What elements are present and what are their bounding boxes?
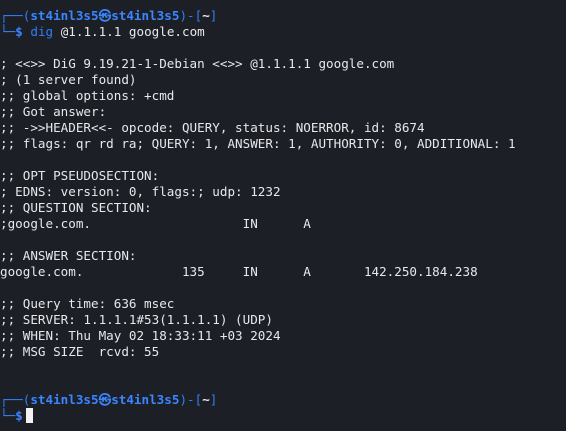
prompt-frame-bottom: └─	[0, 24, 16, 39]
prompt-line-2-top: ┌──(st4inl3s5㉿st4inl3s5)-[~]	[0, 392, 217, 408]
prompt-user: st4inl3s5	[30, 392, 99, 407]
prompt-line-1-top: ┌──(st4inl3s5㉿st4inl3s5)-[~]	[0, 8, 217, 24]
output-line: ;; SERVER: 1.1.1.1#53(1.1.1.1) (UDP)	[0, 312, 273, 327]
prompt-line-1-bottom: └─$ dig @1.1.1.1 google.com	[0, 24, 205, 40]
prompt-dollar: $	[15, 24, 23, 39]
output-line: ;; OPT PSEUDOSECTION:	[0, 168, 160, 183]
output-line: ;; global options: +cmd	[0, 88, 175, 103]
output-line: ;; Got answer:	[0, 104, 107, 119]
terminal-cursor[interactable]	[25, 408, 33, 423]
prompt-line-2-bottom[interactable]: └─$	[0, 408, 33, 424]
output-line: ; <<>> DiG 9.19.21-1-Debian <<>> @1.1.1.…	[0, 56, 395, 71]
terminal-window[interactable]: ┌──(st4inl3s5㉿st4inl3s5)-[~] └─$ dig @1.…	[0, 0, 566, 431]
output-line: ; (1 server found)	[0, 72, 137, 87]
prompt-frame-bottom: └─	[0, 408, 16, 423]
prompt-frame-end: ]	[209, 392, 218, 407]
output-line: ;; ->>HEADER<<- opcode: QUERY, status: N…	[0, 120, 425, 135]
prompt-cwd: ~	[202, 8, 210, 23]
prompt-frame-mid: )-[	[179, 392, 203, 407]
prompt-frame-mid: )-[	[179, 8, 203, 23]
prompt-host: st4inl3s5	[111, 392, 180, 407]
prompt-at-symbol: ㉿	[98, 392, 112, 407]
command-args: @1.1.1.1 google.com	[53, 24, 205, 39]
command-binary: dig	[30, 24, 54, 39]
output-line: ;; flags: qr rd ra; QUERY: 1, ANSWER: 1,…	[0, 136, 516, 151]
prompt-frame-end: ]	[209, 8, 218, 23]
output-line: ;; WHEN: Thu May 02 18:33:11 +03 2024	[0, 328, 281, 343]
output-line: ; EDNS: version: 0, flags:; udp: 1232	[0, 184, 281, 199]
output-line: ;; Query time: 636 msec	[0, 296, 175, 311]
output-line: ;; ANSWER SECTION:	[0, 248, 137, 263]
prompt-user: st4inl3s5	[30, 8, 99, 23]
prompt-host: st4inl3s5	[111, 8, 180, 23]
prompt-frame-top: ┌──(	[0, 392, 31, 407]
prompt-frame-top: ┌──(	[0, 8, 31, 23]
output-line: ;; MSG SIZE rcvd: 55	[0, 344, 160, 359]
prompt-cwd: ~	[202, 392, 210, 407]
output-line: ;; QUESTION SECTION:	[0, 200, 152, 215]
output-line: ;google.com. IN A	[0, 216, 311, 231]
output-line: google.com. 135 IN A 142.250.184.238	[0, 264, 478, 279]
prompt-dollar: $	[15, 408, 23, 423]
prompt-at-symbol: ㉿	[98, 8, 112, 23]
